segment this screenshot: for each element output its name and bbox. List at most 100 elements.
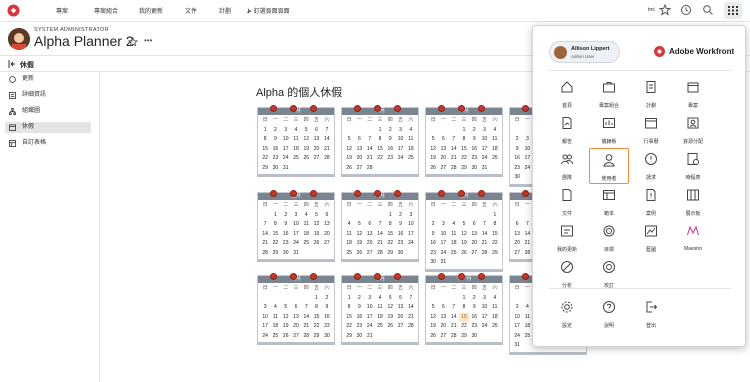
day-cell[interactable]: 25 <box>375 322 385 332</box>
day-cell[interactable]: 18 <box>490 145 500 155</box>
day-cell[interactable]: 15 <box>270 230 280 240</box>
day-cell[interactable]: 5 <box>385 294 395 304</box>
day-cell[interactable]: 20 <box>438 154 448 164</box>
day-cell[interactable]: 21 <box>406 313 416 323</box>
day-cell[interactable]: 13 <box>395 303 405 313</box>
day-cell[interactable]: 17 <box>479 145 489 155</box>
day-cell[interactable]: 25 <box>449 249 459 259</box>
menu-item-maestro[interactable]: Maestro <box>673 220 713 256</box>
day-cell[interactable]: 5 <box>459 220 469 230</box>
day-cell[interactable]: 5 <box>281 303 291 313</box>
day-cell[interactable]: 28 <box>479 249 489 259</box>
day-cell[interactable]: 29 <box>270 249 280 259</box>
sidebar-item-updates[interactable]: 更新 <box>5 74 91 85</box>
day-cell[interactable]: 17 <box>438 239 448 249</box>
day-cell[interactable]: 16 <box>322 313 332 323</box>
day-cell[interactable]: 22 <box>459 322 469 332</box>
day-cell[interactable]: 24 <box>260 332 270 342</box>
day-cell[interactable]: 1 <box>344 294 354 304</box>
day-cell[interactable]: 23 <box>395 239 405 249</box>
day-cell[interactable]: 24 <box>365 322 375 332</box>
day-cell[interactable]: 31 <box>479 164 489 174</box>
day-cell[interactable]: 11 <box>270 313 280 323</box>
day-cell[interactable]: 7 <box>479 220 489 230</box>
day-cell[interactable]: 17 <box>281 145 291 155</box>
day-cell[interactable]: 28 <box>449 332 459 342</box>
day-cell[interactable]: 6 <box>322 211 332 221</box>
day-cell[interactable]: 8 <box>344 303 354 313</box>
day-cell[interactable]: 11 <box>344 230 354 240</box>
menu-item-template[interactable]: 範本 <box>589 184 629 220</box>
menu-item-request[interactable]: 請求 <box>631 148 671 184</box>
day-cell[interactable]: 27 <box>365 249 375 259</box>
day-cell[interactable]: 13 <box>322 220 332 230</box>
sidebar-item-org-chart[interactable]: 組織圖 <box>5 106 91 117</box>
day-cell[interactable]: 23 <box>512 164 522 174</box>
main-menu-button[interactable] <box>724 2 742 19</box>
day-cell[interactable]: 16 <box>395 230 405 240</box>
day-cell[interactable]: 26 <box>428 332 438 342</box>
day-cell[interactable]: 31 <box>365 332 375 342</box>
menu-item-calendar[interactable]: 行事曆 <box>631 112 671 148</box>
star-icon[interactable] <box>659 4 671 16</box>
day-cell[interactable]: 13 <box>469 230 479 240</box>
day-cell[interactable]: 1 <box>459 126 469 136</box>
day-cell[interactable]: 7 <box>322 126 332 136</box>
day-cell[interactable]: 20 <box>512 239 522 249</box>
workfront-logo-icon[interactable] <box>7 4 20 17</box>
day-cell[interactable]: 23 <box>428 249 438 259</box>
day-cell[interactable]: 14 <box>375 230 385 240</box>
day-cell[interactable]: 9 <box>270 135 280 145</box>
day-cell[interactable]: 10 <box>395 135 405 145</box>
day-cell[interactable]: 6 <box>291 303 301 313</box>
day-cell[interactable]: 16 <box>354 313 364 323</box>
day-cell[interactable]: 27 <box>438 164 448 174</box>
day-cell[interactable]: 16 <box>469 145 479 155</box>
day-cell[interactable]: 21 <box>322 145 332 155</box>
recent-history-icon[interactable] <box>680 4 692 16</box>
day-cell[interactable]: 21 <box>301 322 311 332</box>
favorite-star-icon[interactable] <box>128 37 138 47</box>
day-cell[interactable]: 10 <box>479 135 489 145</box>
day-cell[interactable]: 16 <box>385 145 395 155</box>
day-cell[interactable]: 23 <box>469 322 479 332</box>
day-cell[interactable]: 23 <box>322 322 332 332</box>
day-cell[interactable]: 14 <box>449 313 459 323</box>
day-cell[interactable]: 13 <box>354 145 364 155</box>
day-cell[interactable]: 30 <box>395 249 405 259</box>
day-cell[interactable]: 13 <box>438 313 448 323</box>
day-cell[interactable]: 27 <box>395 322 405 332</box>
day-cell[interactable]: 24 <box>406 239 416 249</box>
day-cell[interactable]: 18 <box>449 239 459 249</box>
day-cell[interactable]: 25 <box>406 154 416 164</box>
menu-item-proof[interactable]: 校訂 <box>589 256 629 292</box>
day-cell[interactable]: 3 <box>438 220 448 230</box>
day-cell[interactable]: 28 <box>365 164 375 174</box>
day-cell[interactable]: 18 <box>406 145 416 155</box>
day-cell[interactable]: 9 <box>322 303 332 313</box>
day-cell[interactable]: 3 <box>365 294 375 304</box>
day-cell[interactable]: 23 <box>385 154 395 164</box>
day-cell[interactable]: 2 <box>512 135 522 145</box>
day-cell[interactable]: 20 <box>311 145 321 155</box>
day-cell[interactable]: 4 <box>291 126 301 136</box>
day-cell[interactable]: 27 <box>322 239 332 249</box>
day-cell[interactable]: 15 <box>311 313 321 323</box>
day-cell[interactable]: 24 <box>512 332 522 342</box>
menu-item-goals[interactable]: 目標 <box>589 220 629 256</box>
day-cell[interactable]: 10 <box>281 135 291 145</box>
day-cell[interactable]: 22 <box>311 322 321 332</box>
day-cell[interactable]: 30 <box>354 332 364 342</box>
day-cell[interactable]: 12 <box>301 135 311 145</box>
day-cell[interactable]: 11 <box>375 303 385 313</box>
day-cell[interactable]: 18 <box>270 322 280 332</box>
day-cell[interactable]: 28 <box>260 249 270 259</box>
day-cell[interactable]: 13 <box>311 135 321 145</box>
day-cell[interactable]: 10 <box>260 313 270 323</box>
day-cell[interactable]: 12 <box>428 313 438 323</box>
day-cell[interactable]: 4 <box>375 294 385 304</box>
day-cell[interactable]: 11 <box>406 135 416 145</box>
day-cell[interactable]: 5 <box>354 220 364 230</box>
day-cell[interactable]: 17 <box>260 322 270 332</box>
day-cell[interactable]: 22 <box>385 239 395 249</box>
